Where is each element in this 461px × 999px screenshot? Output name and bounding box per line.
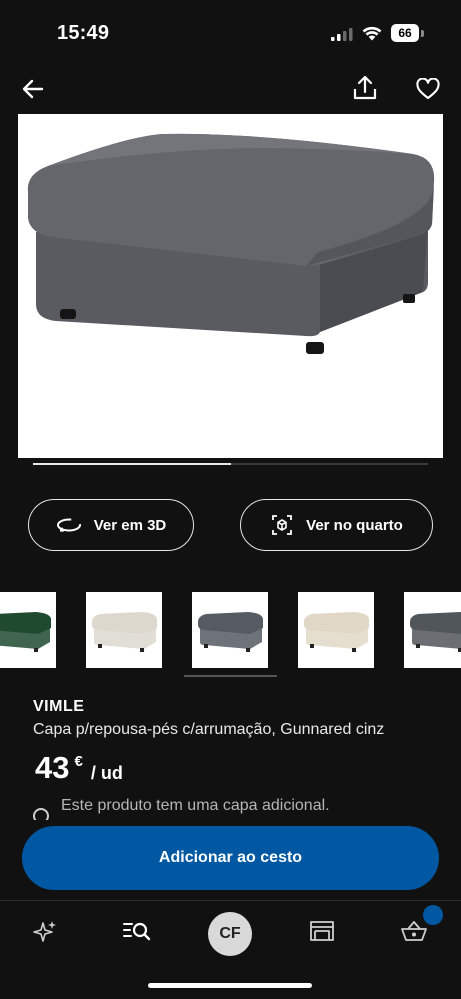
tab-store[interactable] [302, 915, 342, 947]
sparkle-icon [33, 921, 56, 942]
product-image[interactable] [18, 114, 443, 458]
ottoman-thumbnail [92, 612, 157, 652]
account-initials: CF [219, 925, 241, 942]
arrow-left-icon [22, 79, 44, 99]
color-swatch-dark-grey[interactable] [404, 592, 461, 668]
price-currency: € [74, 753, 83, 770]
price-unit: / ud [90, 763, 123, 783]
product-description: Capa p/repousa-pés c/arrumação, Gunnared… [33, 721, 385, 738]
battery-level: 66 [391, 24, 419, 42]
search-list-icon [123, 922, 151, 941]
view-in-room-label: Ver no quarto [306, 516, 403, 534]
signal-icon [331, 28, 353, 41]
rotate-3d-icon [56, 518, 81, 532]
color-swatch-beige[interactable] [86, 592, 162, 668]
price: 43 € / ud [35, 750, 123, 786]
view-3d-label: Ver em 3D [93, 516, 167, 534]
view-in-room-button[interactable]: Ver no quarto [240, 499, 433, 551]
status-time: 15:49 [57, 22, 110, 44]
store-icon [310, 921, 334, 941]
ottoman-thumbnail [198, 612, 263, 652]
basket-icon [401, 921, 427, 941]
tab-account[interactable]: CF [208, 912, 252, 956]
cart-badge [423, 905, 443, 925]
share-button[interactable] [349, 72, 381, 104]
ottoman-thumbnail [0, 612, 51, 652]
wifi-icon [362, 26, 382, 41]
tab-search[interactable] [117, 915, 157, 947]
back-button[interactable] [18, 74, 48, 104]
status-bar: 15:49 66 [0, 0, 461, 70]
home-indicator [148, 983, 312, 988]
product-name: VIMLE [33, 698, 85, 715]
share-icon [353, 75, 377, 100]
gallery-progress-track [33, 463, 428, 465]
add-to-cart-button[interactable]: Adicionar ao cesto [22, 826, 439, 890]
heart-icon [416, 78, 440, 100]
gallery-progress-fill [33, 463, 231, 465]
color-swatch-grey[interactable] [192, 592, 268, 668]
favorite-button[interactable] [413, 74, 443, 104]
color-swatch-light-beige[interactable] [298, 592, 374, 668]
price-integer: 43 [35, 750, 70, 785]
ottoman-thumbnail [410, 612, 461, 652]
tab-inspiration[interactable] [25, 915, 65, 947]
swatch-selected-indicator [184, 675, 277, 677]
ottoman-illustration [27, 133, 435, 354]
battery-cap [421, 30, 424, 37]
ar-cube-icon [272, 515, 293, 535]
extra-cover-note: Este produto tem uma capa adicional. [61, 797, 330, 814]
view-3d-button[interactable]: Ver em 3D [28, 499, 194, 551]
color-swatch-green[interactable] [0, 592, 56, 668]
ottoman-thumbnail [304, 612, 369, 652]
